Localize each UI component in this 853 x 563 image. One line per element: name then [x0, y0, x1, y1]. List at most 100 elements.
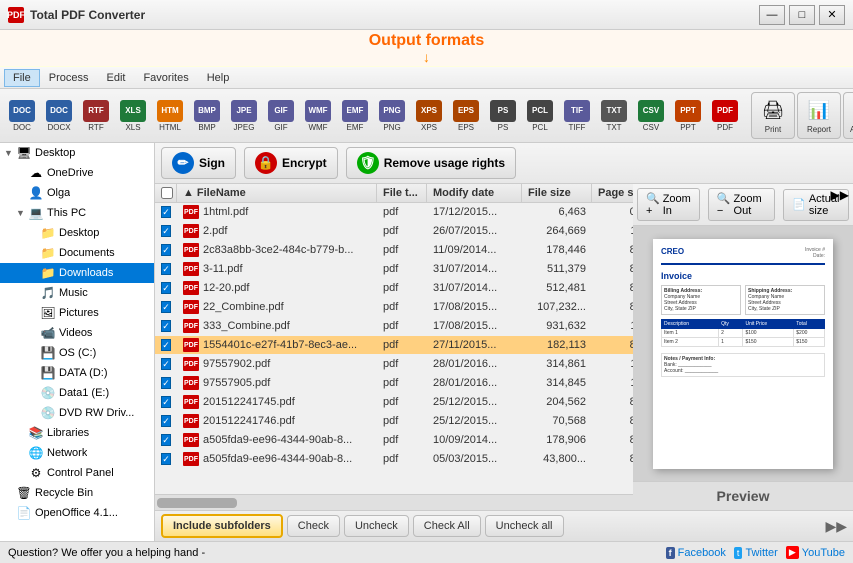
table-row[interactable]: ✓ PDF 2c83a8bb-3ce2-484c-b779-b... pdf 1…: [155, 241, 633, 260]
uncheck-button[interactable]: Uncheck: [344, 515, 409, 537]
table-row[interactable]: ✓ PDF 201512241746.pdf pdf 25/12/2015...…: [155, 412, 633, 431]
scrollbar-thumb[interactable]: [157, 498, 237, 508]
sidebar-item-controlpanel[interactable]: ⚙Control Panel: [0, 463, 154, 483]
preview-expand-icon[interactable]: ▶▶: [831, 188, 849, 202]
table-row[interactable]: ✓ PDF a505fda9-ee96-4344-90ab-8... pdf 1…: [155, 431, 633, 450]
sidebar-item-music[interactable]: 🎵Music: [0, 283, 154, 303]
row-checkbox-11[interactable]: ✓: [155, 413, 177, 429]
format-btn-png[interactable]: PNG PNG: [374, 96, 410, 136]
close-button[interactable]: ✕: [819, 5, 845, 25]
row-checkbox-5[interactable]: ✓: [155, 299, 177, 315]
sidebar-item-pictures[interactable]: 🖼Pictures: [0, 303, 154, 323]
menu-file[interactable]: File: [4, 69, 40, 87]
header-check[interactable]: [155, 184, 177, 202]
row-checkbox-8[interactable]: ✓: [155, 356, 177, 372]
sidebar-item-desktop2[interactable]: 📁Desktop: [0, 223, 154, 243]
print-button[interactable]: 🖨 Print: [751, 92, 795, 139]
automate-button[interactable]: ⏰ Automate: [843, 92, 853, 139]
encrypt-button[interactable]: 🔒 Encrypt: [244, 147, 338, 179]
sidebar-item-datad[interactable]: 💾DATA (D:): [0, 363, 154, 383]
table-row[interactable]: ✓ PDF 333_Combine.pdf pdf 17/08/2015... …: [155, 317, 633, 336]
zoom-out-button[interactable]: 🔍− Zoom Out: [708, 188, 775, 221]
expand-thispc[interactable]: ▼: [16, 208, 28, 218]
format-btn-html[interactable]: HTM HTML: [152, 96, 188, 136]
row-checkbox-2[interactable]: ✓: [155, 242, 177, 258]
facebook-link[interactable]: f Facebook: [666, 547, 726, 559]
format-btn-tiff[interactable]: TIF TIFF: [559, 96, 595, 136]
table-row[interactable]: ✓ PDF 97557905.pdf pdf 28/01/2016... 314…: [155, 374, 633, 393]
row-checkbox-10[interactable]: ✓: [155, 394, 177, 410]
row-checkbox-7[interactable]: ✓: [155, 337, 177, 353]
format-btn-xls[interactable]: XLS XLS: [115, 96, 151, 136]
table-row[interactable]: ✓ PDF a505fda9-ee96-4344-90ab-8... pdf 0…: [155, 450, 633, 469]
format-btn-gif[interactable]: GIF GIF: [263, 96, 299, 136]
format-btn-doc[interactable]: DOC DOC: [4, 96, 40, 136]
header-filename[interactable]: ▲ FileName: [177, 184, 377, 202]
table-row[interactable]: ✓ PDF 201512241745.pdf pdf 25/12/2015...…: [155, 393, 633, 412]
sidebar-item-osc[interactable]: 💾OS (C:): [0, 343, 154, 363]
sidebar-item-videos[interactable]: 📹Videos: [0, 323, 154, 343]
table-row[interactable]: ✓ PDF 1html.pdf pdf 17/12/2015... 6,463 …: [155, 203, 633, 222]
sidebar-item-dvd[interactable]: 💿DVD RW Driv...: [0, 403, 154, 423]
format-btn-xps[interactable]: XPS XPS: [411, 96, 447, 136]
table-row[interactable]: ✓ PDF 22_Combine.pdf pdf 17/08/2015... 1…: [155, 298, 633, 317]
row-checkbox-6[interactable]: ✓: [155, 318, 177, 334]
youtube-link[interactable]: ▶ YouTube: [786, 546, 845, 559]
table-row[interactable]: ✓ PDF 12-20.pdf pdf 31/07/2014... 512,48…: [155, 279, 633, 298]
format-btn-wmf[interactable]: WMF WMF: [300, 96, 336, 136]
maximize-button[interactable]: □: [789, 5, 815, 25]
header-filesize[interactable]: File size: [522, 184, 592, 202]
include-subfolders-button[interactable]: Include subfolders: [161, 514, 283, 538]
header-filetype[interactable]: File t...: [377, 184, 427, 202]
sidebar-item-openoffice[interactable]: 📄OpenOffice 4.1...: [0, 503, 154, 523]
sidebar-item-data1e[interactable]: 💿Data1 (E:): [0, 383, 154, 403]
format-btn-txt[interactable]: TXT TXT: [596, 96, 632, 136]
format-btn-ps[interactable]: PS PS: [485, 96, 521, 136]
report-button[interactable]: 📊 Report: [797, 92, 841, 139]
minimize-button[interactable]: —: [759, 5, 785, 25]
format-btn-bmp[interactable]: BMP BMP: [189, 96, 225, 136]
row-checkbox-4[interactable]: ✓: [155, 280, 177, 296]
sidebar-item-recyclebin[interactable]: 🗑Recycle Bin: [0, 483, 154, 503]
format-btn-pcl[interactable]: PCL PCL: [522, 96, 558, 136]
format-btn-rtf[interactable]: RTF RTF: [78, 96, 114, 136]
row-checkbox-0[interactable]: ✓: [155, 204, 177, 220]
format-btn-pdf[interactable]: PDF PDF: [707, 96, 743, 136]
sidebar-item-olga[interactable]: 👤Olga: [0, 183, 154, 203]
row-checkbox-12[interactable]: ✓: [155, 432, 177, 448]
sign-button[interactable]: ✏ Sign: [161, 147, 236, 179]
sidebar-item-thispc[interactable]: ▼💻This PC: [0, 203, 154, 223]
row-checkbox-1[interactable]: ✓: [155, 223, 177, 239]
menu-process[interactable]: Process: [40, 69, 98, 87]
check-all-checkbox[interactable]: [161, 187, 173, 199]
check-all-button[interactable]: Check All: [413, 515, 481, 537]
check-button[interactable]: Check: [287, 515, 340, 537]
table-row[interactable]: ✓ PDF 1554401c-e27f-41b7-8ec3-ae... pdf …: [155, 336, 633, 355]
sidebar-item-downloads[interactable]: 📁Downloads: [0, 263, 154, 283]
sidebar-item-network[interactable]: 🌐Network: [0, 443, 154, 463]
table-row[interactable]: ✓ PDF 3-11.pdf pdf 31/07/2014... 511,379…: [155, 260, 633, 279]
row-checkbox-3[interactable]: ✓: [155, 261, 177, 277]
row-checkbox-13[interactable]: ✓: [155, 451, 177, 467]
twitter-link[interactable]: t Twitter: [734, 547, 778, 559]
header-pagesize[interactable]: Page si...: [592, 184, 633, 202]
remove-rights-button[interactable]: 🛡 Remove usage rights: [346, 147, 516, 179]
format-btn-docx[interactable]: DOC DOCX: [41, 96, 77, 136]
menu-edit[interactable]: Edit: [97, 69, 134, 87]
header-modifydate[interactable]: Modify date: [427, 184, 522, 202]
sidebar-item-libraries[interactable]: 📚Libraries: [0, 423, 154, 443]
format-btn-emf[interactable]: EMF EMF: [337, 96, 373, 136]
menu-favorites[interactable]: Favorites: [134, 69, 197, 87]
table-row[interactable]: ✓ PDF 2.pdf pdf 26/07/2015... 264,669 11…: [155, 222, 633, 241]
expand-desktop[interactable]: ▼: [4, 148, 16, 158]
format-btn-csv[interactable]: CSV CSV: [633, 96, 669, 136]
sidebar-item-onedrive[interactable]: ☁OneDrive: [0, 163, 154, 183]
sidebar-item-desktop[interactable]: ▼🖥Desktop: [0, 143, 154, 163]
format-btn-eps[interactable]: EPS EPS: [448, 96, 484, 136]
uncheck-all-button[interactable]: Uncheck all: [485, 515, 564, 537]
sidebar-item-documents[interactable]: 📁Documents: [0, 243, 154, 263]
menu-help[interactable]: Help: [198, 69, 239, 87]
table-row[interactable]: ✓ PDF 97557902.pdf pdf 28/01/2016... 314…: [155, 355, 633, 374]
format-btn-ppt[interactable]: PPT PPT: [670, 96, 706, 136]
bottom-expand-icon[interactable]: ▶▶: [825, 518, 847, 535]
